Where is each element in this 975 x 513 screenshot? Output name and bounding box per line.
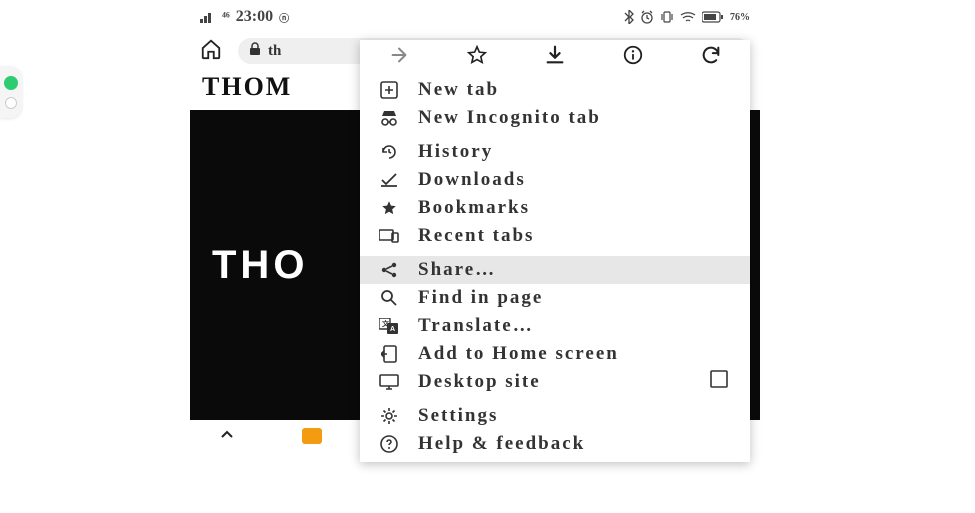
menu-item-help-feedback[interactable]: Help & feedback: [360, 430, 750, 458]
forward-icon[interactable]: [388, 44, 410, 72]
bluetooth-icon: [624, 10, 634, 24]
menu-item-find-in-page[interactable]: Find in page: [360, 284, 750, 312]
menu-label: New tab: [418, 79, 732, 101]
menu-label: Find in page: [418, 287, 732, 309]
status-bar: ⁴⁶ 23:00 ⓝ 76%: [190, 0, 760, 34]
menu-label: Share…: [418, 259, 732, 281]
menu-item-downloads[interactable]: Downloads: [360, 166, 750, 194]
help-icon: [378, 435, 400, 453]
menu-label: Translate…: [418, 315, 732, 337]
add-to-home-icon: [378, 345, 400, 363]
battery-icon: [702, 11, 724, 23]
menu-label: Bookmarks: [418, 197, 732, 219]
network-label: ⁴⁶: [222, 9, 230, 25]
browser-overflow-menu: New tab New Incognito tab History Downlo…: [360, 40, 750, 462]
menu-item-translate[interactable]: 文A Translate…: [360, 312, 750, 340]
search-icon: [378, 289, 400, 307]
reload-icon[interactable]: [700, 44, 722, 72]
menu-item-desktop-site[interactable]: Desktop site: [360, 368, 750, 396]
signal-indicator-icon: [200, 11, 216, 23]
devices-icon: [378, 229, 400, 243]
checkbox-empty-icon[interactable]: [710, 370, 732, 394]
tab-thumbnail-inactive[interactable]: [297, 425, 327, 447]
address-text: th: [268, 43, 281, 60]
star-icon[interactable]: [466, 44, 488, 72]
wifi-icon: [680, 11, 696, 23]
battery-pct: 76%: [730, 12, 750, 23]
gear-icon: [378, 407, 400, 425]
alarm-icon: [640, 10, 654, 24]
hero-text: THO: [190, 243, 308, 288]
menu-item-recent-tabs[interactable]: Recent tabs: [360, 222, 750, 250]
home-icon[interactable]: [200, 38, 222, 65]
menu-item-share[interactable]: Share…: [360, 256, 750, 284]
menu-item-bookmarks[interactable]: Bookmarks: [360, 194, 750, 222]
menu-label: History: [418, 141, 732, 163]
download-icon[interactable]: [544, 44, 566, 72]
menu-label: Help & feedback: [418, 433, 732, 455]
menu-label: Downloads: [418, 169, 732, 191]
chevron-up-icon[interactable]: [218, 425, 236, 448]
translate-icon: 文A: [378, 318, 400, 334]
menu-item-settings[interactable]: Settings: [360, 402, 750, 430]
menu-label: Settings: [418, 405, 732, 427]
nfc-icon: ⓝ: [279, 10, 289, 25]
vibrate-icon: [660, 10, 674, 24]
share-icon: [378, 261, 400, 279]
desktop-icon: [378, 374, 400, 390]
menu-item-add-to-home[interactable]: Add to Home screen: [360, 340, 750, 368]
history-icon: [378, 143, 400, 161]
menu-label: New Incognito tab: [418, 107, 732, 129]
side-edge-widget[interactable]: [0, 66, 22, 118]
side-widget-dot-green: [4, 76, 18, 90]
lock-icon: [248, 42, 262, 61]
plus-box-icon: [378, 81, 400, 99]
menu-item-history[interactable]: History: [360, 138, 750, 166]
menu-item-new-tab[interactable]: New tab: [360, 76, 750, 104]
star-filled-icon: [378, 199, 400, 217]
menu-label: Desktop site: [418, 371, 692, 393]
svg-text:A: A: [390, 326, 395, 333]
info-icon[interactable]: [622, 44, 644, 72]
clock: 23:00: [236, 8, 273, 26]
menu-label: Recent tabs: [418, 225, 732, 247]
svg-text:文: 文: [382, 319, 390, 328]
menu-label: Add to Home screen: [418, 343, 732, 365]
menu-top-actions: [360, 40, 750, 76]
menu-item-new-incognito[interactable]: New Incognito tab: [360, 104, 750, 132]
incognito-icon: [378, 110, 400, 126]
side-widget-dot-outline: [5, 97, 17, 109]
downloads-check-icon: [378, 173, 400, 187]
